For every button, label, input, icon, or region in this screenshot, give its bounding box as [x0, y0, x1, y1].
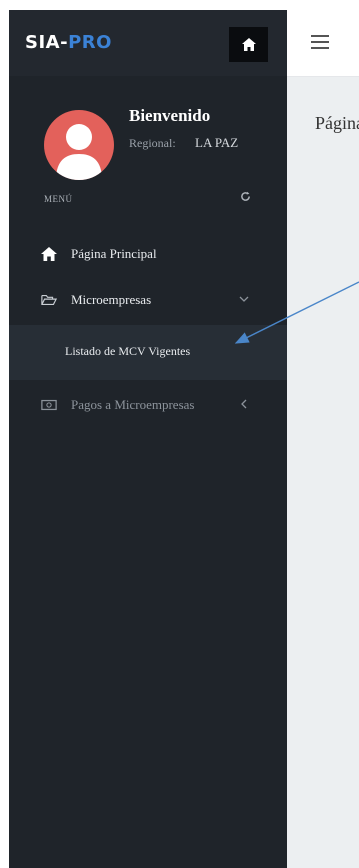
- sidebar-item-home[interactable]: Página Principal: [9, 234, 287, 274]
- sidebar-subitem-listado-mcv[interactable]: Listado de MCV Vigentes: [9, 325, 287, 380]
- menu-header: MENÚ: [44, 194, 73, 204]
- user-icon: [56, 124, 102, 180]
- page-title: Página Principal: [315, 113, 359, 133]
- sidebar-item-microempresas[interactable]: Microempresas: [9, 280, 287, 320]
- brand-logo-part1: SIA-: [25, 32, 69, 53]
- hamburger-menu-icon[interactable]: [311, 33, 331, 51]
- sidebar-item-label: Página Principal: [71, 246, 157, 261]
- sidebar-subitem-label: Listado de MCV Vigentes: [65, 344, 191, 358]
- brand-logo-part2: PRO: [68, 32, 112, 53]
- home-button[interactable]: [229, 27, 268, 62]
- home-icon: [41, 247, 57, 261]
- chevron-down-icon: [239, 296, 249, 302]
- region-label: Regional:: [129, 136, 176, 150]
- left-gutter: [0, 0, 9, 868]
- sidebar-header: SIA-PRO: [9, 10, 287, 76]
- sidebar: SIA-PRO Bienvenido Regional: LA PAZ MENÚ…: [9, 10, 287, 868]
- sidebar-item-pagos[interactable]: Pagos a Microempresas: [9, 385, 287, 425]
- chevron-left-icon: [241, 399, 247, 409]
- home-icon: [241, 38, 256, 51]
- top-navbar: [287, 10, 359, 77]
- welcome-text: Bienvenido: [129, 106, 211, 125]
- region-value: LA PAZ: [195, 135, 239, 150]
- avatar: [44, 110, 114, 180]
- main-content: Página Principal: [287, 77, 359, 868]
- refresh-icon[interactable]: [240, 191, 251, 202]
- money-icon: [41, 399, 57, 411]
- folder-open-icon: [41, 294, 57, 306]
- sidebar-item-label: Pagos a Microempresas: [71, 397, 195, 412]
- brand-logo[interactable]: SIA-PRO: [25, 32, 112, 53]
- sidebar-item-label: Microempresas: [71, 292, 152, 307]
